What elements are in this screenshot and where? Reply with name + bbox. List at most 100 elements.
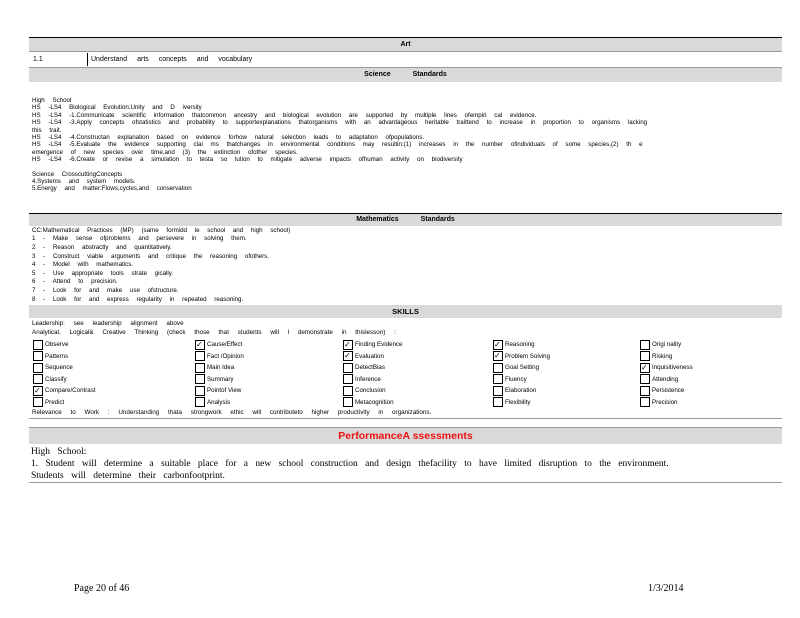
art-row-divider [87, 53, 88, 66]
skill-item: Inference [343, 374, 493, 386]
checkbox-icon[interactable] [343, 397, 353, 408]
checkbox-icon[interactable] [640, 385, 650, 396]
math-header-left: Mathematics [356, 215, 399, 223]
science-line: HS -LS4 -6.Create or revise a simulation… [32, 156, 463, 164]
checkbox-icon[interactable] [195, 385, 205, 396]
checkbox-icon[interactable] [33, 339, 43, 350]
checkbox-icon[interactable] [640, 339, 650, 350]
checked-checkbox-icon[interactable] [493, 351, 503, 362]
skill-label: DetectBias [355, 364, 385, 372]
checkbox-icon[interactable] [343, 374, 353, 385]
skill-label: Inference [355, 375, 381, 383]
science-standards-text: High School HS -LS4 Biological Evolution:… [29, 82, 782, 213]
skill-label: Compare/Contrast [45, 387, 96, 395]
checkbox-icon[interactable] [493, 385, 503, 396]
skill-label: Inquisitiveness [652, 364, 693, 372]
skill-item: Summary [195, 374, 343, 386]
skill-item: Fluency [493, 374, 640, 386]
science-line: 5.Energy and matter:Flows,cycles,and con… [32, 185, 192, 193]
checked-checkbox-icon[interactable] [343, 339, 353, 350]
skill-item: Finding Evidence [343, 339, 493, 351]
math-line: 3 - Construct viable arguments and criti… [32, 252, 269, 260]
skill-item: Sequence [33, 362, 195, 374]
math-line: CC:Mathematical Practices (MP) (same for… [32, 226, 291, 234]
checkbox-icon[interactable] [493, 362, 503, 373]
skill-item: Analysis [195, 397, 343, 409]
math-line: 2 - Reason abstractly and quantitatively… [32, 244, 172, 252]
math-standards-text: CC:Mathematical Practices (MP) (same for… [29, 226, 782, 305]
art-header: Art [29, 37, 782, 52]
skill-item: DetectBias [343, 362, 493, 374]
performance-text: High School: 1. Student will determine a … [29, 444, 782, 484]
checkbox-icon[interactable] [195, 351, 205, 362]
skill-label: Problem Solving [505, 352, 551, 360]
skill-label: Cause/Effect [207, 341, 243, 349]
skill-label: Evaluation [355, 352, 384, 360]
skill-label: Main Idea [207, 364, 235, 372]
checkbox-icon[interactable] [33, 397, 43, 408]
skill-label: Precision [652, 398, 678, 406]
math-line: 6 - Attend to precision. [32, 278, 118, 286]
math-line: 1 - Make sense ofproblems and persevere … [32, 235, 247, 243]
skill-label: Origi nality [652, 341, 682, 349]
checkbox-icon[interactable] [640, 351, 650, 362]
skill-label: Persistence [652, 387, 685, 395]
skill-item: Metacognition [343, 397, 493, 409]
skill-label: Flexibility [505, 398, 531, 406]
analytical-line: Analytical, Logical& Creative Thinking (… [32, 329, 396, 337]
page-number: Page 20 of 46 [74, 583, 130, 594]
science-line: emergence of new species over time,and (… [32, 148, 298, 156]
skill-label: Observe [45, 341, 69, 349]
checked-checkbox-icon[interactable] [493, 339, 503, 350]
checkbox-icon[interactable] [195, 362, 205, 373]
skill-item: Main Idea [195, 362, 343, 374]
checkbox-icon[interactable] [493, 374, 503, 385]
science-line: HS -LS4 -5.Evaluate the evidence support… [32, 141, 643, 149]
skill-label: Finding Evidence [355, 341, 403, 349]
checkbox-icon[interactable] [493, 397, 503, 408]
skills-column: Origi nality Risking Inquisitiveness Attend… [640, 339, 780, 408]
skill-label: Attending [652, 375, 679, 383]
checkbox-icon[interactable] [33, 351, 43, 362]
skills-column: Observe Patterns Sequence Classify Compare/C… [33, 339, 195, 408]
checked-checkbox-icon[interactable] [640, 362, 650, 373]
skill-label: Risking [652, 352, 673, 360]
checkbox-icon[interactable] [33, 374, 43, 385]
science-header-left: Science [364, 71, 391, 78]
math-header-right: Standards [420, 215, 455, 223]
checkbox-icon[interactable] [343, 385, 353, 396]
checked-checkbox-icon[interactable] [33, 385, 43, 396]
skills-column: Finding Evidence Evaluation DetectBias Infe… [343, 339, 493, 408]
skill-item: Risking [640, 351, 780, 363]
art-row: 1.1 Understand arts concepts and vocabul… [29, 52, 782, 68]
math-header: Mathematics Standards [29, 212, 782, 226]
skill-item: Predict [33, 397, 195, 409]
art-row-text: Understand arts concepts and vocabulary [91, 56, 253, 63]
skill-label: Goal Setting [505, 364, 540, 372]
math-line: 4 - Model with mathematics. [32, 261, 134, 269]
checkbox-icon[interactable] [640, 374, 650, 385]
skill-label: Summary [207, 375, 234, 383]
checked-checkbox-icon[interactable] [343, 351, 353, 362]
art-row-number: 1.1 [33, 56, 43, 63]
checkbox-icon[interactable] [195, 397, 205, 408]
checkbox-icon[interactable] [195, 374, 205, 385]
skill-item: Compare/Contrast [33, 385, 195, 397]
skills-checklist: Observe Patterns Sequence Classify Compare/C… [29, 337, 782, 408]
science-line: HS -LS4 -4.Constructan explanation based… [32, 134, 425, 142]
skill-label: Conclusion [355, 387, 386, 395]
skill-label: Pointof View [207, 387, 242, 395]
checkbox-icon[interactable] [343, 362, 353, 373]
skill-label: Sequence [45, 364, 73, 372]
skill-item: Attending [640, 374, 780, 386]
skill-item: Goal Setting [493, 362, 640, 374]
skill-item: Fact /Opinion [195, 351, 343, 363]
math-line: 7 - Look for and make use ofstructure. [32, 287, 179, 295]
skill-label: Classify [45, 375, 67, 383]
performance-line: Students will determine their carbonfoot… [31, 471, 225, 482]
relevance-line: Relevance to Work : Understanding thata … [29, 408, 782, 420]
checked-checkbox-icon[interactable] [195, 339, 205, 350]
science-line: Science CrosscuttingConcepts [32, 170, 123, 178]
checkbox-icon[interactable] [640, 397, 650, 408]
checkbox-icon[interactable] [33, 362, 43, 373]
